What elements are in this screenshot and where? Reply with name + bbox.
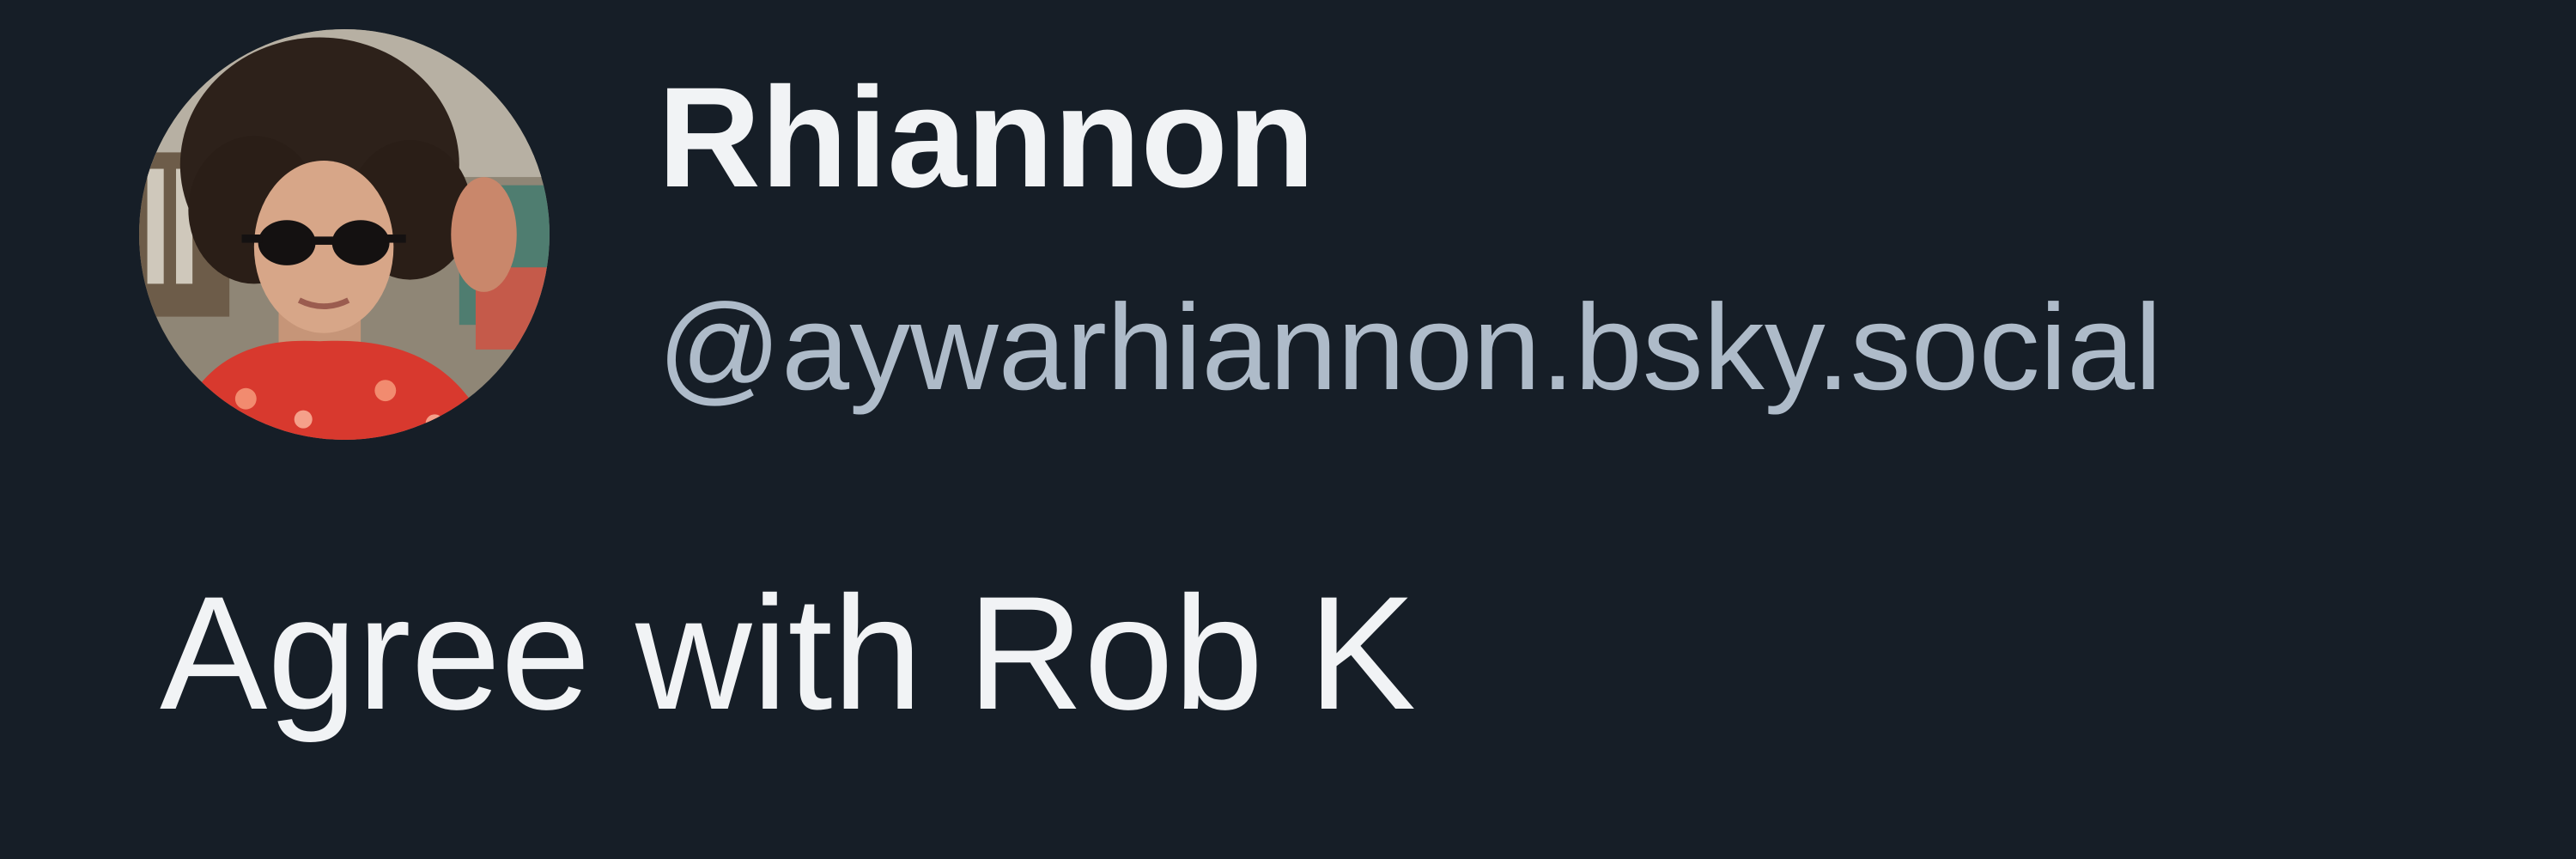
post-text: Agree with Rob K xyxy=(160,563,1416,743)
display-name[interactable]: Rhiannon xyxy=(658,57,1315,220)
post-card: Rhiannon @aywarhiannon.bsky.social Agree… xyxy=(0,0,2576,859)
avatar-photo xyxy=(139,29,550,440)
user-handle[interactable]: @aywarhiannon.bsky.social xyxy=(658,275,2162,421)
avatar[interactable] xyxy=(139,29,550,440)
